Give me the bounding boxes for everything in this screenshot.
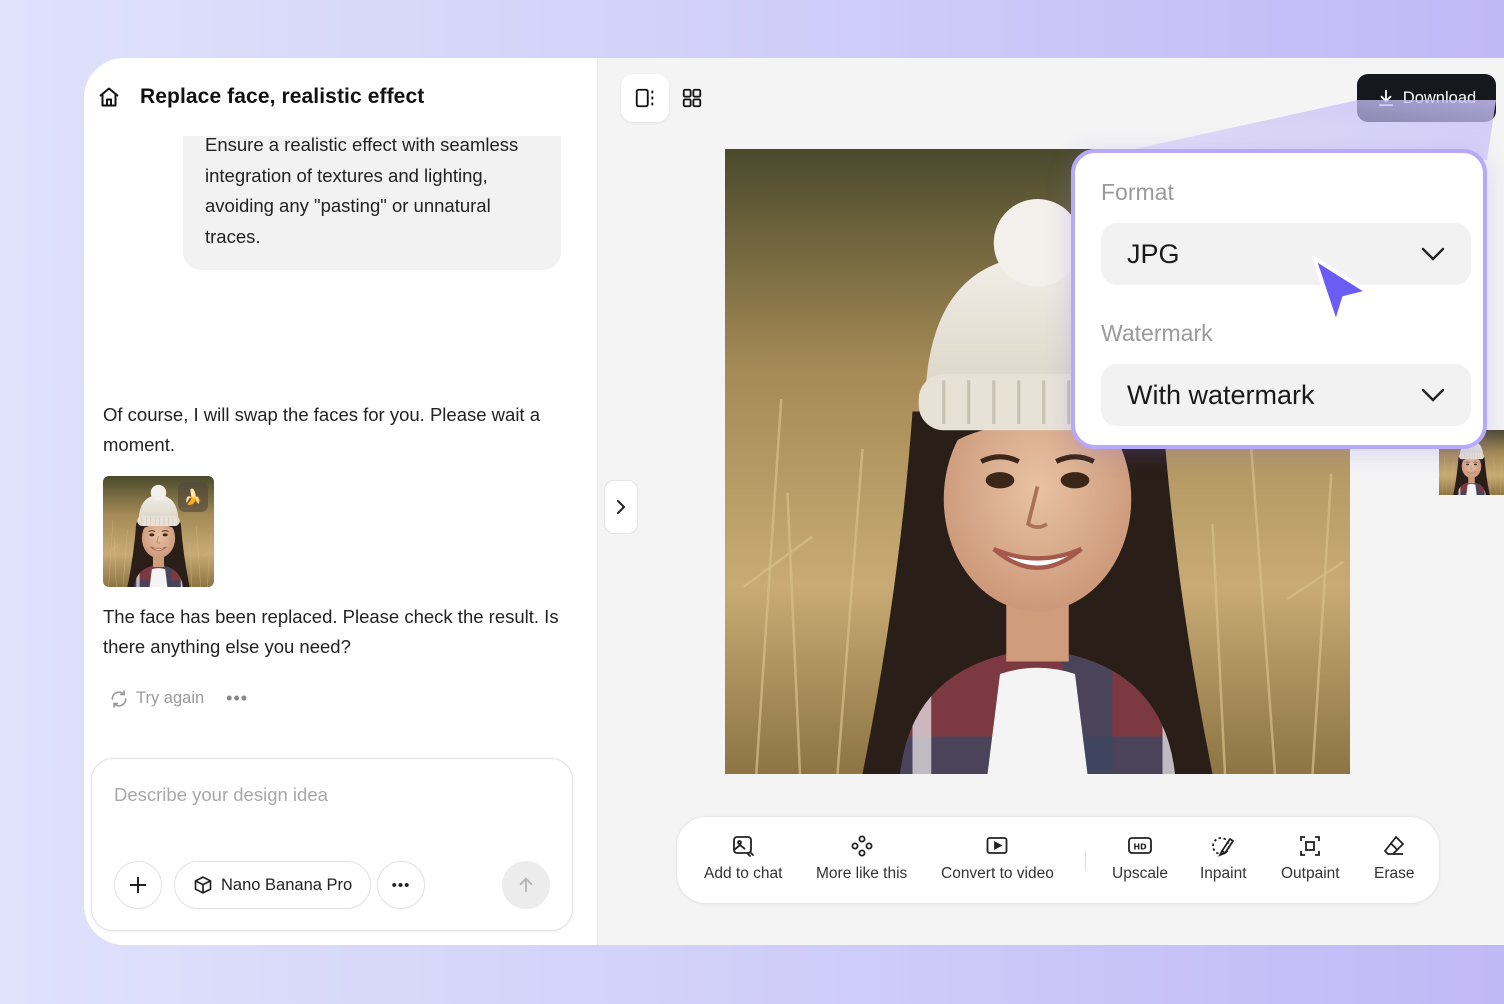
more-like-this-button[interactable]: More like this <box>816 833 907 883</box>
tool-label: More like this <box>816 865 908 882</box>
plus-icon <box>130 877 146 893</box>
composer-more-button[interactable]: ••• <box>377 861 425 909</box>
format-select[interactable]: JPG <box>1101 223 1471 285</box>
add-attachment-button[interactable] <box>114 861 162 909</box>
eraser-icon <box>1381 833 1407 859</box>
inpaint-icon <box>1210 833 1236 859</box>
tool-label: Inpaint <box>1200 865 1247 882</box>
format-value: JPG <box>1127 238 1180 269</box>
upscale-button[interactable]: HD Upscale <box>1112 833 1168 883</box>
chat-header: Replace face, realistic effect <box>96 84 424 110</box>
user-message: Ensure a realistic effect with seamless … <box>183 136 561 270</box>
message-actions: Try again ••• <box>109 688 248 709</box>
inpaint-button[interactable]: Inpaint <box>1200 833 1247 883</box>
single-view-button[interactable] <box>621 74 669 122</box>
more-dots-icon: ••• <box>391 876 411 894</box>
single-view-icon <box>635 88 654 108</box>
try-again-button[interactable]: Try again <box>109 689 204 709</box>
add-to-chat-icon <box>730 833 756 859</box>
assistant-message: Of course, I will swap the faces for you… <box>103 404 540 455</box>
chevron-down-icon <box>1421 247 1445 261</box>
chat-thread: Ensure a realistic effect with seamless … <box>84 136 598 736</box>
svg-text:HD: HD <box>1133 843 1147 852</box>
page-title: Replace face, realistic effect <box>140 85 425 108</box>
add-to-chat-button[interactable]: Add to chat <box>704 833 782 883</box>
tools-divider <box>1085 851 1086 871</box>
chevron-down-icon <box>1421 388 1445 402</box>
cube-icon <box>194 876 212 894</box>
tool-label: Erase <box>1374 865 1415 882</box>
convert-to-video-button[interactable]: Convert to video <box>941 833 1054 883</box>
download-label: Download <box>1402 88 1477 107</box>
refresh-icon <box>111 689 127 708</box>
grid-view-button[interactable] <box>668 74 716 122</box>
format-label: Format <box>1101 179 1174 205</box>
result-thumbnail[interactable]: 🍌 <box>103 476 214 587</box>
more-options-icon[interactable]: ••• <box>226 688 248 709</box>
home-icon[interactable] <box>96 84 122 110</box>
model-selector[interactable]: Nano Banana Pro <box>174 861 372 909</box>
collapse-panel-button[interactable] <box>604 480 638 534</box>
chevron-right-icon <box>617 500 626 514</box>
erase-button[interactable]: Erase <box>1374 833 1415 883</box>
tool-label: Add to chat <box>704 865 783 882</box>
hd-icon: HD <box>1127 833 1153 859</box>
image-tools-bar: Add to chat More like this Convert to vi… <box>676 816 1440 904</box>
banana-badge-icon: 🍌 <box>178 482 208 512</box>
download-icon <box>1378 89 1393 107</box>
outpaint-icon <box>1297 833 1323 859</box>
more-like-this-icon <box>849 833 875 859</box>
chat-panel: Replace face, realistic effect Ensure a … <box>84 58 598 945</box>
try-again-label: Try again <box>136 689 205 707</box>
tool-label: Outpaint <box>1281 865 1340 882</box>
prompt-input[interactable]: Describe your design idea <box>114 784 328 806</box>
arrow-up-icon <box>519 877 533 893</box>
video-icon <box>984 833 1010 859</box>
watermark-value: With watermark <box>1127 379 1315 410</box>
download-options-popup: Format JPG Watermark With watermark <box>1071 149 1487 449</box>
prompt-composer[interactable]: Describe your design idea Nano Banana Pr… <box>91 758 573 931</box>
grid-icon <box>682 88 702 108</box>
tool-label: Upscale <box>1112 865 1168 882</box>
assistant-message: The face has been replaced. Please check… <box>103 606 559 657</box>
outpaint-button[interactable]: Outpaint <box>1281 833 1340 883</box>
tool-label: Convert to video <box>941 865 1054 882</box>
download-button[interactable]: Download <box>1357 74 1496 122</box>
watermark-select[interactable]: With watermark <box>1101 364 1471 426</box>
send-button[interactable] <box>502 861 550 909</box>
model-label: Nano Banana Pro <box>221 875 353 894</box>
watermark-label: Watermark <box>1101 320 1213 346</box>
